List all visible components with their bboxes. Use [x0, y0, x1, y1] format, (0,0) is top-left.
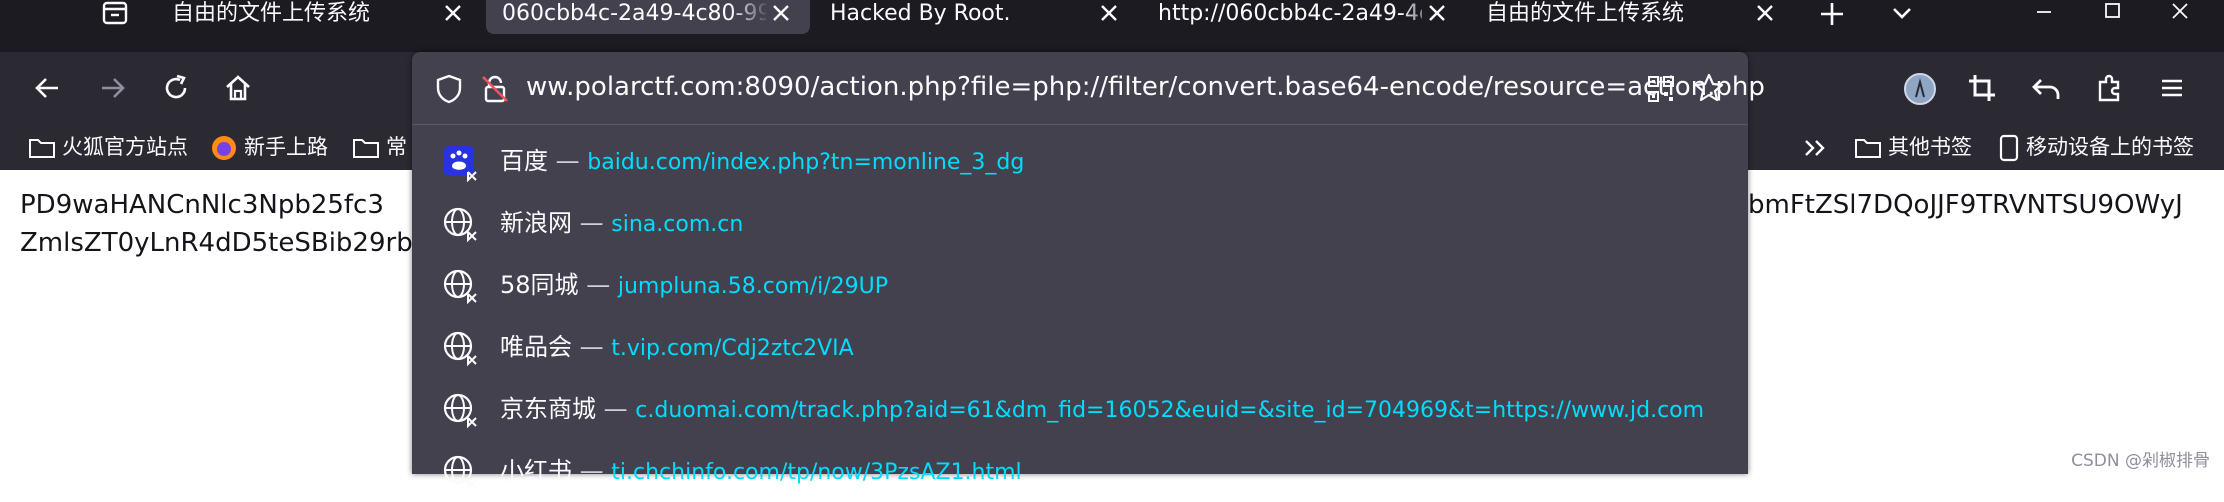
bookmark-common[interactable]: 常: [352, 124, 407, 170]
bookmark-getting-started[interactable]: 新手上路: [210, 124, 328, 170]
bookmark-firefox-official[interactable]: 火狐官方站点: [28, 124, 188, 170]
urlbar[interactable]: ww.polarctf.com:8090/action.php?file=php…: [412, 52, 1765, 125]
close-icon[interactable]: [1750, 0, 1780, 28]
csdn-watermark: CSDN @剁椒排骨: [2071, 451, 2210, 471]
suggestion-separator: —: [586, 271, 611, 299]
firefox-icon: [212, 136, 236, 160]
suggestion-url: ti.chchinfo.com/tp/now/3PzsAZ1.html: [611, 460, 1022, 485]
close-icon[interactable]: [438, 0, 468, 28]
tab-fade: [730, 0, 770, 28]
close-icon[interactable]: [1422, 0, 1452, 28]
suggestion-xiaohongshu[interactable]: 小红书 — ti.chchinfo.com/tp/now/3PzsAZ1.htm…: [412, 440, 1748, 502]
suggestion-vip[interactable]: 唯品会 — t.vip.com/Cdj2ztc2VIA: [412, 316, 1748, 378]
globe-icon: [440, 452, 480, 492]
tab-label: http://060cbb4c-2a49-4c8: [1158, 1, 1438, 26]
bookmark-mobile-folder[interactable]: 移动设备上的书签: [1998, 124, 2194, 170]
baidu-icon: [440, 142, 480, 183]
suggestion-separator: —: [579, 333, 604, 361]
tab-upload-system-1[interactable]: 自由的文件上传系统: [156, 0, 476, 34]
tab-active-060cbb4c[interactable]: 060cbb4c-2a49-4c80-99ac: [486, 0, 810, 34]
url-input[interactable]: ww.polarctf.com:8090/action.php?file=php…: [526, 69, 1765, 105]
maximize-icon[interactable]: [2092, 0, 2132, 28]
bookmark-star-icon[interactable]: [1692, 71, 1726, 109]
bookmark-label: 常: [386, 135, 407, 159]
bookmark-label: 火狐官方站点: [62, 135, 188, 159]
suggestion-title: 京东商城: [500, 395, 596, 423]
shield-icon[interactable]: [432, 72, 466, 110]
suggestion-title: 唯品会: [500, 333, 572, 361]
suggestion-title: 小红书: [500, 457, 572, 485]
back-icon[interactable]: [30, 70, 66, 106]
page-base64-line2-left: ZmlsZT0yLnR4dD5teSBib29rb: [20, 228, 413, 258]
crop-screenshot-icon[interactable]: [1964, 70, 2000, 106]
suggestion-separator: —: [579, 457, 604, 485]
suggestion-url: c.duomai.com/track.php?aid=61&dm_fid=160…: [635, 398, 1705, 423]
mobile-device-icon: [1999, 134, 2019, 162]
suggestion-58[interactable]: 58同城 — jumpluna.58.com/i/29UP: [412, 254, 1748, 316]
folder-icon: [353, 139, 379, 158]
suggestion-baidu[interactable]: 百度 — baidu.com/index.php?tn=monline_3_dg: [412, 130, 1748, 192]
urlbar-dropdown: ww.polarctf.com:8090/action.php?file=php…: [412, 52, 1765, 491]
globe-icon: [440, 328, 480, 368]
tab-hacked-by-root[interactable]: Hacked By Root.: [814, 0, 1134, 34]
account-avatar-icon[interactable]: [1902, 71, 1938, 107]
bookmark-label: 其他书签: [1888, 135, 1972, 159]
tab-upload-system-2[interactable]: 自由的文件上传系统: [1470, 0, 1790, 34]
close-icon[interactable]: [766, 0, 796, 28]
close-icon[interactable]: [1094, 0, 1124, 28]
suggestion-title: 百度: [500, 147, 548, 175]
new-tab-icon[interactable]: [1812, 0, 1852, 28]
globe-icon: [440, 266, 480, 306]
bookmark-label: 移动设备上的书签: [2026, 135, 2194, 159]
tab-label: 自由的文件上传系统: [172, 1, 371, 26]
suggestion-url: baidu.com/index.php?tn=monline_3_dg: [587, 150, 1025, 175]
suggestion-separator: —: [579, 209, 604, 237]
suggestion-sina[interactable]: 新浪网 — sina.com.cn: [412, 192, 1748, 254]
tab-overview-icon[interactable]: [94, 0, 136, 28]
bookmark-label: 新手上路: [244, 135, 328, 159]
globe-icon: [440, 390, 480, 430]
suggestion-title: 新浪网: [500, 209, 572, 237]
suggestion-url: t.vip.com/Cdj2ztc2VIA: [611, 336, 854, 361]
chevron-down-icon[interactable]: [1882, 0, 1922, 28]
minimize-icon[interactable]: [2024, 0, 2064, 28]
bookmark-other-folder[interactable]: 其他书签: [1854, 124, 1972, 170]
home-icon[interactable]: [220, 70, 256, 106]
forward-icon: [94, 70, 130, 106]
page-base64-line1-left: PD9waHANCnNlc3Npb25fc3: [20, 190, 384, 220]
qr-code-icon[interactable]: [1644, 72, 1678, 110]
globe-icon: [440, 204, 480, 244]
suggestion-separator: —: [555, 147, 580, 175]
suggestion-separator: —: [603, 395, 628, 423]
close-window-icon[interactable]: [2160, 0, 2200, 28]
extensions-icon[interactable]: [2092, 70, 2128, 106]
reload-icon[interactable]: [158, 70, 194, 106]
folder-icon: [1855, 139, 1881, 158]
page-base64-line1-right: bmFtZSl7DQoJJF9TRVNTSU9OWyJ: [1748, 190, 2183, 220]
tab-label: 自由的文件上传系统: [1486, 1, 1685, 26]
menu-icon[interactable]: [2154, 70, 2190, 106]
chevron-overflow-icon[interactable]: [1800, 124, 1840, 170]
undo-icon[interactable]: [2028, 70, 2064, 106]
suggestion-jd[interactable]: 京东商城 — c.duomai.com/track.php?aid=61&dm_…: [412, 378, 1748, 440]
tab-http-060cbb4c[interactable]: http://060cbb4c-2a49-4c8: [1142, 0, 1494, 34]
tab-label: Hacked By Root.: [830, 1, 1011, 26]
suggestion-title: 58同城: [500, 271, 579, 299]
insecure-lock-icon[interactable]: [478, 72, 512, 110]
suggestion-url: sina.com.cn: [611, 212, 744, 237]
folder-icon: [29, 139, 55, 158]
suggestion-url: jumpluna.58.com/i/29UP: [617, 274, 889, 299]
